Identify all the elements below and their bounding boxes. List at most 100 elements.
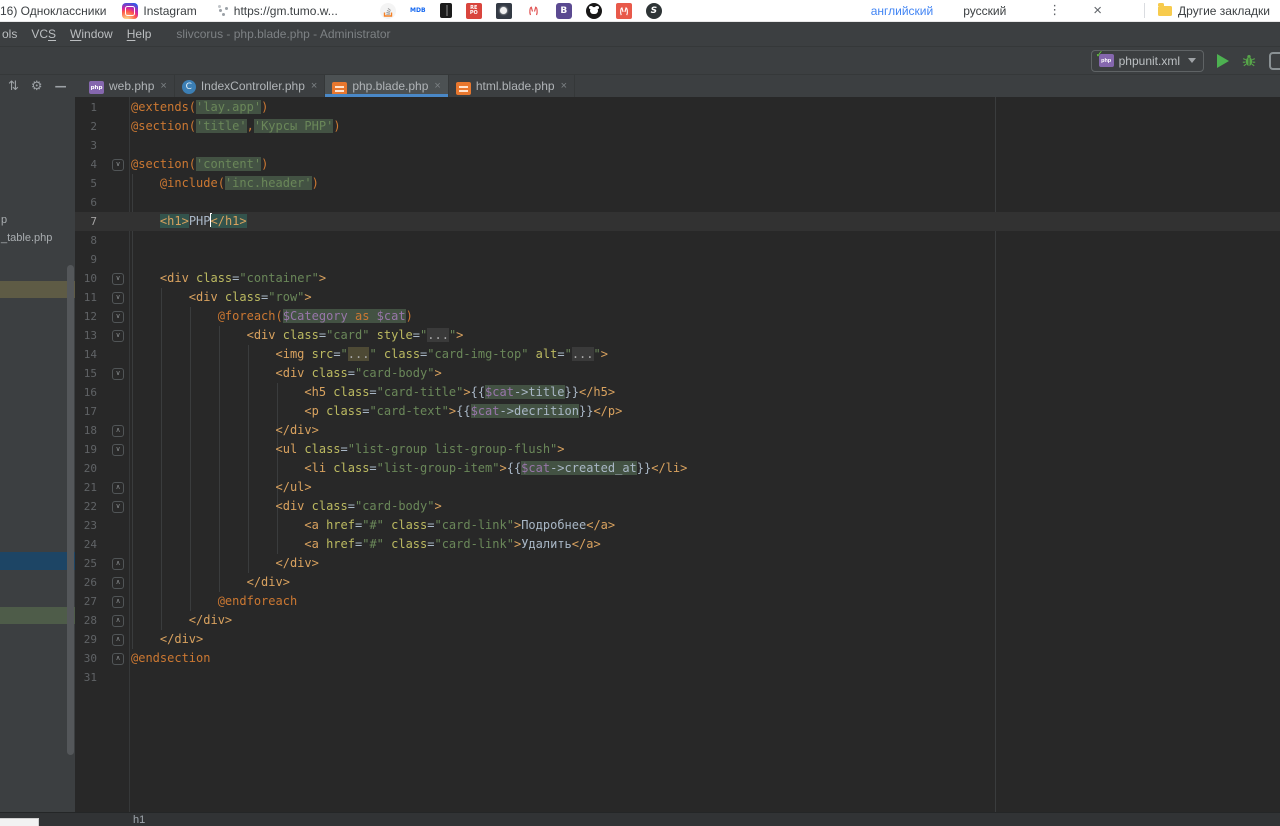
bookmark-label: 16) Одноклассники	[0, 4, 106, 18]
tab-php.blade.php[interactable]: php.blade.php×	[325, 75, 449, 97]
code-line: 2@section('title','Курсы PHP')	[75, 117, 1280, 136]
run-configuration-label: phpunit.xml	[1119, 54, 1180, 68]
favicon-bookmarks: MDB REPO B S	[380, 3, 662, 19]
stackoverflow-favicon[interactable]	[380, 3, 396, 19]
line-number: 16	[75, 383, 97, 402]
line-number: 29	[75, 630, 97, 649]
hands-red-favicon[interactable]	[616, 3, 632, 19]
fold-marker-icon[interactable]: ∨	[112, 292, 124, 304]
tab-label: html.blade.php	[476, 79, 555, 93]
breadcrumb: h1	[0, 812, 1280, 826]
menu-item-help[interactable]: Help	[120, 27, 159, 41]
compass-favicon[interactable]: S	[646, 3, 662, 19]
class-file-icon: C	[182, 78, 196, 94]
code-line: 26∧ </div>	[75, 573, 1280, 592]
fold-marker-icon[interactable]: ∧	[112, 482, 124, 494]
tab-label: web.php	[109, 79, 154, 93]
run-button[interactable]	[1217, 54, 1229, 68]
code-line: 24 <a href="#" class="card-link">Удалить…	[75, 535, 1280, 554]
line-number: 17	[75, 402, 97, 421]
gear-icon[interactable]: ⚙	[31, 80, 43, 93]
close-tab-icon[interactable]: ×	[561, 80, 567, 92]
code-line: 19∨ <ul class="list-group list-group-flu…	[75, 440, 1280, 459]
code-line: 12∨ @foreach($Category as $cat)	[75, 307, 1280, 326]
line-number: 27	[75, 592, 97, 611]
book-favicon[interactable]	[440, 3, 452, 18]
project-item-partial[interactable]: _table.php	[1, 232, 52, 244]
line-number: 2	[75, 117, 97, 136]
code-lines: 1@extends('lay.app')2@section('title','К…	[75, 97, 1280, 687]
tab-IndexController.php[interactable]: CIndexController.php×	[175, 75, 326, 97]
bookmark-label: https://gm.tumo.w...	[234, 4, 338, 18]
fold-marker-icon[interactable]: ∨	[112, 311, 124, 323]
fold-marker-icon[interactable]: ∨	[112, 444, 124, 456]
translate-target-language[interactable]: русский	[963, 4, 1006, 18]
project-item-highlight-olive[interactable]	[0, 281, 75, 298]
code-line: 16 <h5 class="card-title">{{$cat->title}…	[75, 383, 1280, 402]
folder-icon	[1158, 6, 1172, 16]
run-configuration-select[interactable]: php phpunit.xml	[1091, 50, 1204, 72]
line-number: 5	[75, 174, 97, 193]
line-number: 13	[75, 326, 97, 345]
mdb-favicon[interactable]: MDB	[410, 3, 426, 19]
project-item-partial[interactable]: p	[1, 214, 7, 226]
ide-toolbar: php phpunit.xml	[0, 47, 1280, 75]
tab-web.php[interactable]: php web.php ×	[82, 75, 175, 97]
line-number: 8	[75, 231, 97, 250]
kebab-menu-icon[interactable]: ⋮	[1048, 3, 1061, 18]
code-line: 25∧ </div>	[75, 554, 1280, 573]
project-item-highlight-green[interactable]	[0, 607, 75, 624]
bootstrap-favicon[interactable]: B	[556, 3, 572, 19]
fold-marker-icon[interactable]: ∧	[112, 615, 124, 627]
close-tab-icon[interactable]: ×	[434, 80, 440, 92]
fold-marker-icon[interactable]: ∨	[112, 159, 124, 171]
debug-button[interactable]	[1242, 54, 1256, 68]
tab-html.blade.php[interactable]: html.blade.php ×	[449, 75, 575, 97]
project-panel[interactable]: p _table.php	[0, 97, 75, 812]
github-favicon[interactable]	[586, 3, 602, 19]
fold-marker-icon[interactable]: ∧	[112, 558, 124, 570]
scroll-to-source-icon[interactable]: ⇅	[8, 80, 19, 93]
fold-marker-icon[interactable]: ∧	[112, 653, 124, 665]
line-number: 30	[75, 649, 97, 668]
hide-panel-icon[interactable]: —	[55, 80, 67, 92]
hands-outline-favicon[interactable]	[526, 3, 542, 19]
fold-marker-icon[interactable]: ∨	[112, 330, 124, 342]
fold-marker-icon[interactable]: ∨	[112, 273, 124, 285]
fold-marker-icon[interactable]: ∧	[112, 634, 124, 646]
line-number: 3	[75, 136, 97, 155]
bookmark-gm-tumo[interactable]: https://gm.tumo.w...	[213, 3, 338, 19]
instagram-favicon	[122, 3, 138, 19]
translate-source-language[interactable]: английский	[871, 4, 933, 18]
fold-marker-icon[interactable]: ∧	[112, 596, 124, 608]
fold-marker-icon[interactable]: ∨	[112, 501, 124, 513]
close-tab-icon[interactable]: ×	[160, 80, 166, 92]
window-title: slivcorus - php.blade.php - Administrato…	[176, 27, 390, 41]
code-line: 31	[75, 668, 1280, 687]
code-editor[interactable]: 1@extends('lay.app')2@section('title','К…	[75, 97, 1280, 812]
php-file-icon: php	[89, 78, 104, 95]
other-bookmarks-button[interactable]: Другие закладки	[1178, 4, 1270, 18]
code-line: 15∨ <div class="card-body">	[75, 364, 1280, 383]
close-icon[interactable]: ×	[1093, 2, 1102, 19]
bookmark-odnoklassniki[interactable]: 16) Одноклассники	[0, 4, 106, 18]
menu-item-ols[interactable]: ols	[0, 27, 24, 41]
fold-marker-icon[interactable]: ∧	[112, 577, 124, 589]
project-panel-scrollbar[interactable]	[67, 265, 74, 755]
fold-marker-icon[interactable]: ∨	[112, 368, 124, 380]
code-line: 7 <h1>PHP</h1>	[75, 212, 1280, 231]
photo-favicon[interactable]	[496, 3, 512, 19]
repo-favicon[interactable]: REPO	[466, 3, 482, 19]
menu-item-window[interactable]: Window	[63, 27, 120, 41]
breadcrumb-item-h1[interactable]: h1	[133, 814, 145, 826]
close-tab-icon[interactable]: ×	[311, 80, 317, 92]
bookmark-instagram[interactable]: Instagram	[122, 3, 196, 19]
coverage-icon[interactable]	[1269, 52, 1280, 70]
menu-item-vcs[interactable]: VCS	[24, 27, 63, 41]
project-item-highlight-blue[interactable]	[0, 552, 75, 570]
code-line: 4∨@section('content')	[75, 155, 1280, 174]
code-line: 13∨ <div class="card" style="...">	[75, 326, 1280, 345]
fold-marker-icon[interactable]: ∧	[112, 425, 124, 437]
code-line: 18∧ </div>	[75, 421, 1280, 440]
code-line: 1@extends('lay.app')	[75, 98, 1280, 117]
